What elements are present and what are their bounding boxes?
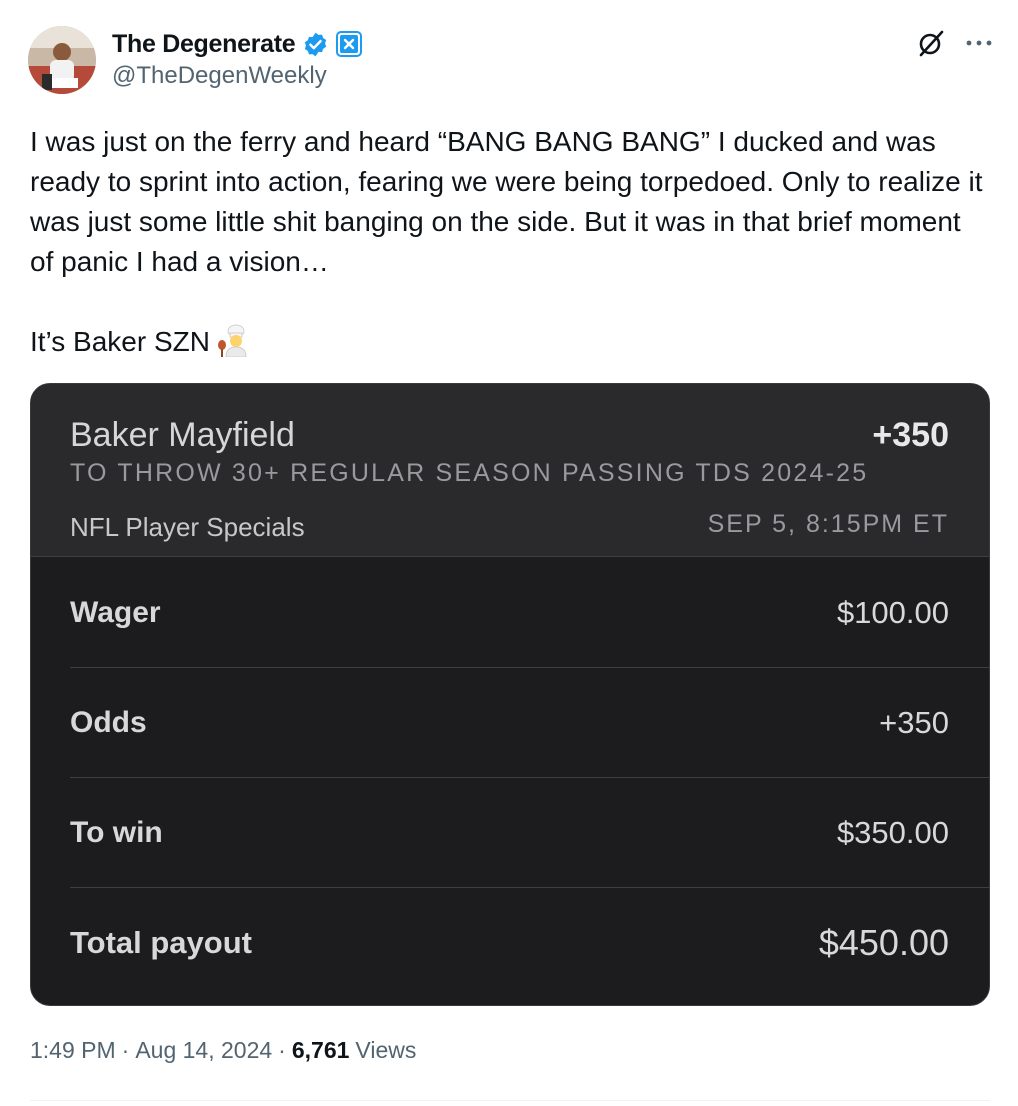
tweet-paragraph: It’s Baker SZN <box>30 322 990 368</box>
row-label: Odds <box>70 705 147 739</box>
row-value: $100.00 <box>836 594 949 630</box>
bet-row-to-win: To win $350.00 <box>70 778 989 888</box>
tweet: The Degenerate @TheDegenWeekly I was jus… <box>0 0 1018 1106</box>
cook-emoji-icon <box>216 323 250 368</box>
display-name[interactable]: The Degenerate <box>112 30 296 59</box>
tweet-paragraph: I was just on the ferry and heard “BANG … <box>30 126 983 277</box>
verified-badge-icon <box>302 31 329 58</box>
bet-details: Wager $100.00 Odds +350 To win $350.00 T… <box>31 558 989 998</box>
bet-row-wager: Wager $100.00 <box>70 558 989 668</box>
bet-row-total-payout: Total payout $450.00 <box>70 888 989 998</box>
row-value: $450.00 <box>818 922 949 963</box>
row-label: To win <box>70 815 163 849</box>
grok-icon[interactable] <box>916 28 946 58</box>
avatar[interactable] <box>28 26 96 94</box>
header-odds: +350 <box>872 416 949 454</box>
tweet-meta: 1:49 PM · Aug 14, 2024 · 6,761 Views <box>30 1037 416 1064</box>
row-value: +350 <box>879 704 949 740</box>
views-count: 6,761 <box>291 1037 350 1063</box>
league-name: NFL Player Specials <box>70 512 305 542</box>
bet-slip-header: Baker Mayfield +350 TO THROW 30+ REGULAR… <box>31 384 989 557</box>
row-label: Wager <box>70 595 161 629</box>
row-label: Total payout <box>70 925 252 960</box>
bet-slip-card[interactable]: Baker Mayfield +350 TO THROW 30+ REGULAR… <box>30 383 990 1006</box>
display-name-row: The Degenerate <box>112 27 363 61</box>
tweet-date[interactable]: Aug 14, 2024 <box>135 1037 272 1064</box>
more-options-icon[interactable] <box>966 39 992 47</box>
top-actions <box>916 28 992 58</box>
bet-market: TO THROW 30+ REGULAR SEASON PASSING TDS … <box>70 459 869 487</box>
affiliate-badge-icon[interactable] <box>336 30 363 58</box>
meta-separator: · <box>278 1037 286 1063</box>
row-value: $350.00 <box>836 814 949 850</box>
divider <box>30 1100 990 1101</box>
handle[interactable]: @TheDegenWeekly <box>112 62 327 90</box>
player-name: Baker Mayfield <box>70 416 295 454</box>
event-time: SEP 5, 8:15PM ET <box>707 510 949 538</box>
meta-separator: · <box>121 1037 130 1063</box>
views-label: Views <box>355 1037 417 1063</box>
bet-row-odds: Odds +350 <box>70 668 989 778</box>
tweet-time[interactable]: 1:49 PM <box>30 1037 116 1064</box>
tweet-paragraph-text: It’s Baker SZN <box>30 326 210 357</box>
tweet-text: I was just on the ferry and heard “BANG … <box>30 122 990 368</box>
